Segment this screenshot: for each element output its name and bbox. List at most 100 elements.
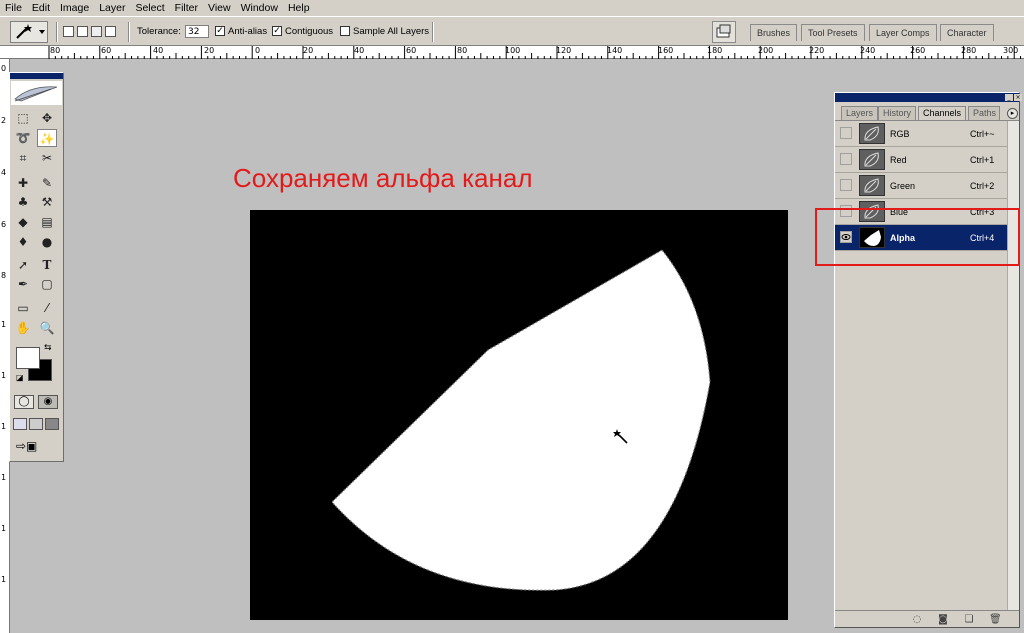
ruler-horizontal[interactable]: 80 60 40 20 0 20 40 60 80 100 120 140 16… (0, 46, 1024, 59)
minimize-icon: _ (1007, 94, 1011, 101)
document-canvas[interactable] (250, 210, 788, 620)
toolbox: ⬚ ✥ ➰ ✨ ⌗ ✂ ✚ ✎ ♣ ⚒ ◆ ▤ ♦ ● ➚ T ✒ ▢ ▭ ⁄ … (9, 72, 64, 462)
new-selection-button[interactable] (63, 26, 74, 37)
lasso-tool[interactable]: ➰ (13, 129, 33, 147)
menu-help[interactable]: Help (283, 0, 315, 16)
ruler-ticks (48, 46, 1022, 59)
brush-tool[interactable]: ✎ (37, 174, 57, 192)
file-browser-button[interactable] (712, 21, 736, 43)
ruler-label: 1 (1, 473, 7, 482)
new-channel-button[interactable]: ❏ (963, 614, 975, 626)
tool-preset-picker[interactable] (10, 21, 48, 43)
subtract-from-selection-button[interactable] (91, 26, 102, 37)
history-brush-icon: ⚒ (41, 195, 53, 209)
foreground-color-swatch[interactable] (16, 347, 40, 369)
intersect-selection-button[interactable] (105, 26, 116, 37)
antialias-checkbox[interactable]: ✓ (215, 26, 225, 36)
panel-menu-button[interactable]: ▸ (1007, 108, 1018, 119)
toolbox-title-bar[interactable] (10, 73, 63, 79)
contiguous-checkbox[interactable]: ✓ (272, 26, 282, 36)
ruler-label: 1 (1, 575, 7, 584)
shape-tool[interactable]: ▢ (37, 275, 57, 293)
tab-history[interactable]: History (878, 106, 917, 120)
visibility-toggle[interactable] (840, 127, 852, 139)
panel-close-button[interactable]: × (1014, 94, 1022, 101)
move-icon: ✥ (41, 111, 53, 125)
quick-mask-icon: ◉ (43, 396, 53, 407)
menu-file[interactable]: File (0, 0, 27, 16)
path-selection-tool[interactable]: ➚ (13, 256, 33, 274)
dodge-tool[interactable]: ● (37, 233, 57, 251)
eraser-tool[interactable]: ◆ (13, 213, 33, 231)
hand-tool[interactable]: ✋ (13, 319, 33, 337)
menu-bar: File Edit Image Layer Select Filter View… (0, 0, 1024, 16)
visibility-toggle[interactable] (840, 153, 852, 165)
default-colors-icon[interactable]: ◪ (16, 373, 24, 382)
blur-tool[interactable]: ♦ (13, 233, 33, 251)
sample-all-layers-checkbox[interactable] (340, 26, 350, 36)
menu-select[interactable]: Select (130, 0, 169, 16)
channel-row-rgb[interactable]: RGB Ctrl+~ (835, 121, 1007, 147)
tab-layer-comps[interactable]: Layer Comps (869, 24, 937, 41)
annotation-text: Сохраняем альфа канал (233, 163, 533, 193)
channel-row-green[interactable]: Green Ctrl+2 (835, 173, 1007, 199)
menu-window[interactable]: Window (236, 0, 283, 16)
type-tool[interactable]: T (37, 256, 57, 274)
zoom-tool[interactable]: 🔍 (37, 319, 57, 337)
tab-channels[interactable]: Channels (918, 106, 967, 120)
quick-mask-button[interactable]: ◉ (38, 395, 58, 409)
path-selection-icon: ➚ (17, 258, 29, 272)
crop-icon: ⌗ (19, 151, 27, 165)
tab-brushes[interactable]: Brushes (750, 24, 798, 41)
channel-thumbnail (859, 149, 885, 170)
pen-tool[interactable]: ✒ (13, 275, 33, 293)
menu-image[interactable]: Image (55, 0, 94, 16)
zoom-icon: 🔍 (39, 321, 55, 335)
screen-mode-standard[interactable] (13, 418, 27, 430)
visibility-toggle[interactable] (840, 179, 852, 191)
notes-tool[interactable]: ▭ (13, 299, 33, 317)
tolerance-input[interactable]: 32 (185, 25, 209, 38)
healing-brush-tool[interactable]: ✚ (13, 174, 33, 192)
menu-layer[interactable]: Layer (94, 0, 130, 16)
swap-colors-icon[interactable]: ⇆ (44, 343, 52, 353)
eyedropper-tool[interactable]: ⁄ (37, 299, 57, 317)
standard-mode-button[interactable]: ◯ (14, 395, 34, 409)
tab-layers[interactable]: Layers (841, 106, 879, 120)
channel-row-red[interactable]: Red Ctrl+1 (835, 147, 1007, 173)
channels-list: RGB Ctrl+~ Red Ctrl+1 Green Ctrl+2 Blue … (835, 120, 1019, 611)
save-selection-as-channel-button[interactable]: ◙ (937, 614, 949, 626)
gradient-tool[interactable]: ▤ (37, 213, 57, 231)
tab-tool-presets[interactable]: Tool Presets (801, 24, 865, 41)
tab-character[interactable]: Character (940, 24, 994, 41)
jump-to-imageready-button[interactable]: ⇨▣ (16, 439, 58, 455)
screen-mode-full-menu[interactable] (29, 418, 43, 430)
slice-tool[interactable]: ✂ (37, 149, 57, 167)
menu-filter[interactable]: Filter (170, 0, 203, 16)
channel-shortcut: Ctrl+~ (970, 129, 995, 139)
panel-minimize-button[interactable]: _ (1005, 94, 1013, 101)
screen-mode-full[interactable] (45, 418, 59, 430)
crop-tool[interactable]: ⌗ (13, 149, 33, 167)
panel-scrollbar[interactable] (1007, 121, 1019, 611)
close-icon: × (1015, 94, 1021, 101)
clone-stamp-tool[interactable]: ♣ (13, 193, 33, 211)
marquee-tool[interactable]: ⬚ (13, 109, 33, 127)
delete-channel-button[interactable]: 🗑 (989, 614, 1002, 626)
hand-icon: ✋ (15, 321, 31, 335)
load-channel-as-selection-button[interactable]: ◌ (911, 614, 923, 626)
channel-name: Green (890, 181, 916, 191)
menu-edit[interactable]: Edit (27, 0, 55, 16)
tab-paths[interactable]: Paths (968, 106, 1000, 120)
panel-title-bar[interactable] (835, 93, 1019, 102)
adobe-online-button[interactable] (11, 81, 62, 105)
menu-view[interactable]: View (203, 0, 236, 16)
contiguous-label: Contiguous (285, 26, 334, 37)
magic-wand-tool[interactable]: ✨ (37, 129, 57, 147)
antialias-label: Anti-alias (228, 26, 268, 37)
add-to-selection-button[interactable] (77, 26, 88, 37)
channels-panel: _ × Layers History Channels Paths ▸ RGB … (834, 92, 1022, 628)
history-brush-tool[interactable]: ⚒ (37, 193, 57, 211)
ruler-label: 1 (1, 320, 7, 329)
move-tool[interactable]: ✥ (37, 109, 57, 127)
